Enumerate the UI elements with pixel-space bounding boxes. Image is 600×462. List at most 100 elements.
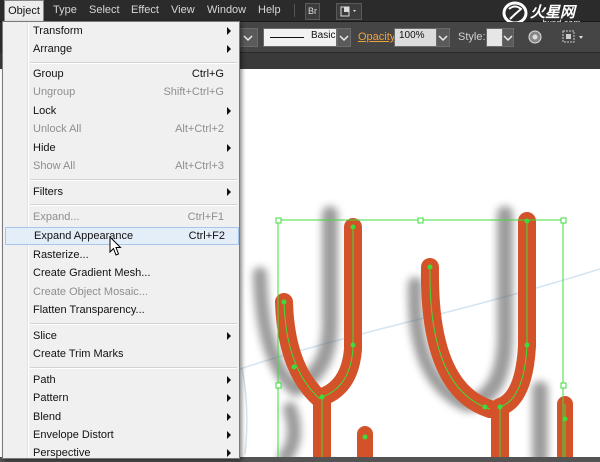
menu-item-label: Expand... — [33, 211, 80, 223]
stroke-profile-dropdown[interactable] — [337, 28, 351, 47]
submenu-arrow-icon — [227, 27, 231, 35]
menu-item-transform[interactable]: Transform — [4, 22, 238, 40]
menu-item-path[interactable]: Path — [4, 371, 238, 389]
menu-separator — [30, 179, 237, 181]
chevron-down-icon — [503, 35, 513, 42]
menu-item-label: Create Trim Marks — [33, 348, 124, 360]
submenu-arrow-icon — [227, 144, 231, 152]
submenu-arrow-icon — [227, 107, 231, 115]
menu-item-label: Arrange — [33, 43, 73, 55]
menu-separator — [30, 323, 237, 325]
opacity-dropdown[interactable] — [436, 28, 450, 47]
menu-item-blend[interactable]: Blend — [4, 408, 238, 426]
chevron-down-icon — [243, 35, 253, 42]
menu-item-label: Ungroup — [33, 86, 76, 98]
menu-item-label: Show All — [33, 160, 76, 172]
menu-type[interactable]: Type — [53, 0, 77, 21]
menu-item-unlock-all: Unlock All Alt+Ctrl+2 — [4, 120, 238, 138]
opacity-label[interactable]: Opacity: — [358, 29, 398, 46]
menu-separator — [30, 62, 237, 64]
menu-separator — [30, 204, 237, 206]
menu-view[interactable]: View — [171, 0, 195, 21]
menu-item-filters[interactable]: Filters — [4, 183, 238, 201]
arrange-documents-icon — [340, 6, 356, 17]
graphic-style-swatch[interactable] — [486, 28, 503, 47]
menu-item-create-trim-marks[interactable]: Create Trim Marks — [4, 345, 238, 363]
menu-item-shortcut: Ctrl+G — [191, 68, 224, 80]
menu-item-create-gradient-mesh[interactable]: Create Gradient Mesh... — [4, 264, 238, 282]
arrange-documents-button[interactable] — [336, 3, 362, 20]
hand-cursor-icon — [109, 236, 122, 256]
menu-item-expand-appearance[interactable]: Expand Appearance Ctrl+F2 — [5, 227, 239, 245]
menu-item-slice[interactable]: Slice — [4, 327, 238, 345]
guide-curve — [241, 368, 248, 455]
menu-item-label: Flatten Transparency... — [33, 304, 145, 316]
menu-item-label: Group — [33, 68, 64, 80]
bbox-handle[interactable] — [417, 217, 424, 224]
submenu-arrow-icon — [227, 413, 231, 421]
menu-item-label: Unlock All — [33, 123, 82, 135]
menu-item-label: Create Object Mosaic... — [33, 286, 148, 298]
menu-item-expand: Expand... Ctrl+F1 — [4, 208, 238, 226]
bbox-handle[interactable] — [560, 382, 567, 389]
stroke-profile-field[interactable]: Basic — [263, 28, 337, 47]
opacity-value: 100% — [399, 30, 425, 41]
stroke-weight-dropdown[interactable] — [238, 28, 258, 47]
menu-divider — [294, 4, 295, 17]
recolor-artwork-icon[interactable] — [528, 30, 542, 44]
menu-effect[interactable]: Effect — [131, 0, 159, 21]
menu-item-shortcut: Ctrl+F2 — [188, 230, 225, 242]
menu-item-flatten-transparency[interactable]: Flatten Transparency... — [4, 301, 238, 319]
menu-item-label: Slice — [33, 330, 57, 342]
graphic-style-dropdown[interactable] — [502, 28, 514, 47]
chevron-down-icon — [438, 35, 448, 42]
menu-item-label: Pattern — [33, 392, 69, 404]
menu-item-perspective[interactable]: Perspective — [4, 444, 238, 462]
submenu-arrow-icon — [227, 449, 231, 457]
menu-help[interactable]: Help — [258, 0, 281, 21]
menu-item-shortcut: Shift+Ctrl+G — [163, 86, 224, 98]
bbox-handle[interactable] — [275, 217, 282, 224]
menu-item-label: Rasterize... — [33, 249, 89, 261]
menu-item-envelope-distort[interactable]: Envelope Distort — [4, 426, 238, 444]
stroke-profile-label: Basic — [311, 30, 336, 41]
submenu-arrow-icon — [227, 332, 231, 340]
menu-item-label: Blend — [33, 411, 62, 423]
menu-item-label: Path — [33, 374, 56, 386]
bbox-handle[interactable] — [560, 217, 567, 224]
menu-item-label: Perspective — [33, 447, 91, 459]
menu-item-show-all: Show All Alt+Ctrl+3 — [4, 157, 238, 175]
menu-window[interactable]: Window — [207, 0, 246, 21]
submenu-arrow-icon — [227, 45, 231, 53]
menu-item-lock[interactable]: Lock — [4, 102, 238, 120]
menu-item-create-object-mosaic: Create Object Mosaic... — [4, 283, 238, 301]
menu-item-hide[interactable]: Hide — [4, 139, 238, 157]
submenu-arrow-icon — [227, 394, 231, 402]
submenu-arrow-icon — [227, 431, 231, 439]
menu-item-ungroup: Ungroup Shift+Ctrl+G — [4, 83, 238, 101]
chevron-down-icon — [339, 35, 349, 42]
align-options-icon[interactable] — [562, 29, 592, 45]
menu-object[interactable]: Object — [4, 0, 44, 21]
menu-item-shortcut: Alt+Ctrl+3 — [175, 160, 224, 172]
menu-item-pattern[interactable]: Pattern — [4, 389, 238, 407]
menu-separator — [30, 367, 237, 369]
menu-item-label: Hide — [33, 142, 56, 154]
menu-item-label: Lock — [33, 105, 57, 117]
menu-item-group[interactable]: Group Ctrl+G — [4, 65, 238, 83]
submenu-arrow-icon — [227, 188, 231, 196]
menu-item-shortcut: Alt+Ctrl+2 — [175, 123, 224, 135]
menu-item-label: Filters — [33, 186, 63, 198]
menu-item-label: Transform — [33, 25, 83, 37]
menu-item-label: Envelope Distort — [33, 429, 114, 441]
menu-item-label: Create Gradient Mesh... — [33, 267, 151, 279]
menu-bar: Object Type Select Effect View Window He… — [0, 0, 600, 28]
style-label: Style: — [458, 31, 486, 43]
submenu-arrow-icon — [227, 376, 231, 384]
menu-item-shortcut: Ctrl+F1 — [187, 211, 224, 223]
menu-item-arrange[interactable]: Arrange — [4, 40, 238, 58]
bridge-button[interactable]: Br — [305, 3, 320, 20]
menu-select[interactable]: Select — [89, 0, 120, 21]
stroke-line-preview — [270, 37, 304, 38]
bbox-handle[interactable] — [275, 382, 282, 389]
